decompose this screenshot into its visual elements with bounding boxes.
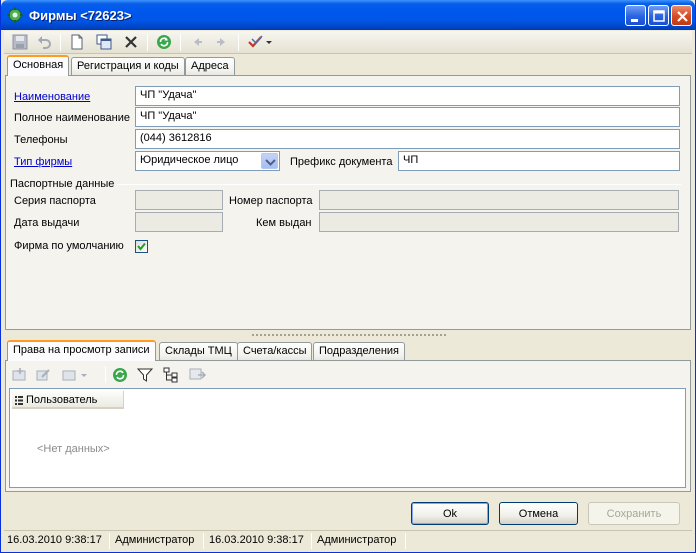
status-bar: 16.03.2010 9:38:17 Администратор 16.03.2… <box>4 530 692 550</box>
rights-toolbar <box>9 364 689 386</box>
firm-type-label-link[interactable]: Тип фирмы <box>14 156 72 168</box>
status-separator <box>203 533 204 549</box>
save-button[interactable]: Сохранить <box>588 502 680 525</box>
maximize-button[interactable] <box>648 5 669 26</box>
firm-window: Фирмы <72623> Основная Регистрация и код… <box>0 0 696 553</box>
close-button[interactable] <box>671 5 692 26</box>
toolbar-separator <box>147 34 148 51</box>
check-menu-icon <box>248 35 272 48</box>
edit-row-icon[interactable] <box>35 367 51 383</box>
tab-registration-codes[interactable]: Регистрация и коды <box>71 57 185 75</box>
firm-type-dropdown-button[interactable] <box>261 153 278 169</box>
tab-accounts-cash[interactable]: Счета/кассы <box>237 342 313 360</box>
created-by: Администратор <box>115 534 195 546</box>
toolbar-separator <box>180 34 181 51</box>
delete-tool-button[interactable] <box>121 33 141 52</box>
tree-filter-icon[interactable] <box>163 367 179 383</box>
tab-view-rights[interactable]: Права на просмотр записи <box>7 340 156 361</box>
export-icon[interactable] <box>189 367 207 383</box>
back-tool-button[interactable] <box>187 33 207 52</box>
name-field[interactable]: ЧП "Удача" <box>135 86 680 106</box>
filter-icon[interactable] <box>137 367 153 383</box>
lower-tabs: Права на просмотр записи Склады ТМЦ Счет… <box>5 340 693 361</box>
toolbar-separator <box>105 366 106 383</box>
list-icon <box>15 396 23 405</box>
issued-by-label: Кем выдан <box>256 217 312 229</box>
column-header-user-label: Пользователь <box>26 394 98 406</box>
copy-icon <box>96 34 112 50</box>
issued-by-field[interactable] <box>319 212 679 232</box>
new-document-tool-button[interactable] <box>67 33 87 52</box>
phones-label: Телефоны <box>14 134 68 146</box>
status-separator <box>405 533 406 549</box>
toolbar-separator <box>238 34 239 51</box>
passport-group-title: Паспортные данные <box>10 178 115 190</box>
created-date: 16.03.2010 9:38:17 <box>7 534 102 546</box>
full-name-label: Полное наименование <box>14 112 130 124</box>
refresh-icon[interactable] <box>112 367 128 383</box>
status-separator <box>109 533 110 549</box>
doc-prefix-label: Префикс документа <box>290 156 393 168</box>
undo-tool-button[interactable] <box>34 33 54 52</box>
passport-series-label: Серия паспорта <box>14 195 96 207</box>
check-menu-tool-button[interactable] <box>245 33 273 52</box>
gear-icon <box>7 7 23 23</box>
passport-series-field[interactable] <box>135 190 223 210</box>
status-separator <box>311 533 312 549</box>
toolbar-separator <box>60 34 61 51</box>
forward-arrow-icon <box>217 38 225 46</box>
main-tabs: Основная Регистрация и коды Адреса <box>5 55 693 76</box>
chevron-down-icon <box>265 159 276 166</box>
delete-row-icon[interactable] <box>61 367 89 383</box>
firm-type-select[interactable]: Юридическое лицо <box>135 151 280 171</box>
back-arrow-icon <box>194 38 202 46</box>
tab-addresses[interactable]: Адреса <box>185 57 235 75</box>
refresh-icon <box>157 35 171 49</box>
add-row-icon[interactable] <box>11 367 27 383</box>
forward-tool-button[interactable] <box>212 33 232 52</box>
save-tool-button[interactable] <box>10 33 30 52</box>
full-name-field[interactable]: ЧП "Удача" <box>135 107 680 127</box>
default-firm-label: Фирма по умолчанию <box>14 240 124 252</box>
passport-group-divider <box>117 184 681 185</box>
users-grid[interactable]: Пользователь <box>9 388 686 488</box>
undo-icon <box>38 36 51 49</box>
title-bar[interactable]: Фирмы <72623> <box>1 0 695 30</box>
tab-main[interactable]: Основная <box>7 55 70 76</box>
tab-warehouses[interactable]: Склады ТМЦ <box>159 342 238 360</box>
refresh-tool-button[interactable] <box>154 33 174 52</box>
cancel-button[interactable]: Отмена <box>499 502 578 525</box>
doc-prefix-field[interactable]: ЧП <box>398 151 680 171</box>
passport-number-field[interactable] <box>319 190 679 210</box>
name-label-link[interactable]: Наименование <box>14 91 90 103</box>
default-firm-checkbox[interactable] <box>135 240 148 253</box>
modified-date: 16.03.2010 9:38:17 <box>209 534 304 546</box>
empty-grid-message: <Нет данных> <box>37 443 110 455</box>
main-toolbar <box>4 31 692 54</box>
issue-date-field[interactable] <box>135 212 223 232</box>
modified-by: Администратор <box>317 534 397 546</box>
delete-icon <box>125 36 137 48</box>
copy-tool-button[interactable] <box>94 33 114 52</box>
phones-field[interactable]: (044) 3612816 <box>135 129 680 149</box>
ok-button[interactable]: Ok <box>411 502 489 525</box>
firm-type-value: Юридическое лицо <box>140 154 239 166</box>
tab-departments[interactable]: Подразделения <box>313 342 405 360</box>
panel-splitter[interactable] <box>251 333 446 337</box>
column-header-user[interactable]: Пользователь <box>12 391 124 409</box>
checkmark-icon <box>137 242 146 251</box>
minimize-button[interactable] <box>625 5 646 26</box>
issue-date-label: Дата выдачи <box>14 217 80 229</box>
minimize-icon <box>631 19 638 22</box>
maximize-icon <box>653 10 665 22</box>
window-title: Фирмы <72623> <box>29 8 132 23</box>
new-document-icon <box>71 34 83 50</box>
save-icon <box>12 34 28 50</box>
passport-number-label: Номер паспорта <box>229 195 313 207</box>
close-icon <box>677 11 688 22</box>
